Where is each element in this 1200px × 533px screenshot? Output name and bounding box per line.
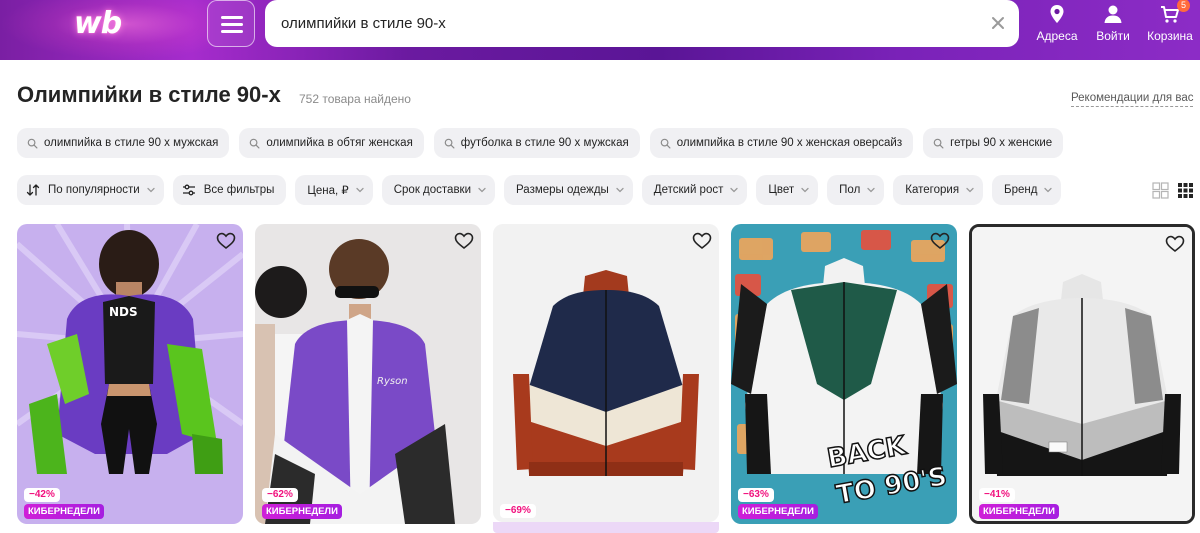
search-box <box>265 0 1019 47</box>
suggestion-chip[interactable]: олимпийка в обтяг женская <box>239 128 424 158</box>
suggestion-chip[interactable]: гетры 90 х женские <box>923 128 1064 158</box>
filter-label: Цена, ₽ <box>307 185 349 197</box>
promo-badge: КИБЕРНЕДЕЛИ <box>738 504 818 519</box>
address-button[interactable]: Адреса <box>1034 0 1080 46</box>
suggestion-label: гетры 90 х женские <box>950 137 1053 149</box>
suggestion-chip[interactable]: футболка в стиле 90 х мужская <box>433 128 640 158</box>
filter-label: Срок доставки <box>393 184 472 196</box>
product-image: BACK TO 90'S <box>731 224 957 524</box>
cart-label: Корзина <box>1147 29 1193 43</box>
chevron-down-icon <box>1044 187 1053 193</box>
product-image: NDS <box>17 224 243 524</box>
header: wb Адреса Войти 5 Корзина <box>0 0 1200 60</box>
card-highlight-strip <box>493 522 719 533</box>
login-button[interactable]: Войти <box>1092 0 1134 46</box>
product-image <box>972 227 1192 521</box>
svg-text:NDS: NDS <box>109 305 138 319</box>
product-card[interactable]: Ryson −62% КИБЕРНЕДЕЛИ <box>255 224 481 524</box>
suggestion-label: олимпийка в стиле 90 х мужская <box>44 137 219 149</box>
chevron-down-icon <box>730 187 739 193</box>
heart-icon[interactable] <box>692 231 712 251</box>
discount-badge: −42% <box>24 488 60 502</box>
grid-large-icon[interactable] <box>1152 182 1169 199</box>
filter-sizes[interactable]: Размеры одежды <box>504 175 633 205</box>
chevron-down-icon <box>966 187 974 193</box>
filter-label: Пол <box>839 184 861 196</box>
search-icon <box>27 138 38 148</box>
heart-icon[interactable] <box>216 231 236 251</box>
suggestion-label: олимпийка в обтяг женская <box>266 137 413 149</box>
filter-label: Детский рост <box>653 184 724 196</box>
address-label: Адреса <box>1036 29 1078 43</box>
product-card[interactable]: −41% КИБЕРНЕДЕЛИ <box>969 224 1195 524</box>
filter-label: Категория <box>905 184 960 196</box>
filter-price[interactable]: Цена, ₽ <box>295 175 373 205</box>
chevron-down-icon <box>616 187 624 193</box>
all-filters-button[interactable]: Все фильтры <box>172 175 287 205</box>
suggestion-label: олимпийка в стиле 90 х женская оверсайз <box>676 137 903 149</box>
discount-badge: −62% <box>262 488 298 502</box>
discount-badge: −41% <box>979 488 1015 502</box>
menu-icon-bar <box>221 30 243 33</box>
discount-badge: −63% <box>738 488 774 502</box>
filter-delivery[interactable]: Срок доставки <box>381 175 496 205</box>
search-input[interactable] <box>281 0 971 47</box>
all-filters-label: Все фильтры <box>203 184 275 196</box>
filter-gender[interactable]: Пол <box>827 175 885 205</box>
filter-brand[interactable]: Бренд <box>992 175 1062 205</box>
cart-button[interactable]: 5 Корзина <box>1144 0 1196 46</box>
discount-badge: −69% <box>500 504 536 518</box>
heart-icon[interactable] <box>454 231 474 251</box>
login-label: Войти <box>1096 29 1130 43</box>
promo-badge: КИБЕРНЕДЕЛИ <box>262 504 342 519</box>
filter-bar: По популярности Все фильтры Цена, ₽ Срок… <box>17 175 1062 205</box>
search-icon <box>250 138 260 148</box>
search-icon <box>933 138 944 148</box>
clear-icon[interactable] <box>989 14 1007 32</box>
heart-icon[interactable] <box>1165 234 1185 254</box>
grid-small-icon[interactable] <box>1177 182 1194 199</box>
heart-icon[interactable] <box>930 231 950 251</box>
results-count: 752 товара найдено <box>299 92 411 106</box>
cart-count-badge: 5 <box>1177 0 1190 12</box>
user-icon <box>1104 5 1122 23</box>
search-icon <box>660 138 671 148</box>
filter-label: Бренд <box>1004 184 1038 196</box>
search-icon <box>444 138 455 148</box>
recommendations-link[interactable]: Рекомендации для вас <box>1071 92 1194 107</box>
chevron-down-icon <box>147 187 155 193</box>
search-suggestions: олимпийка в стиле 90 х мужская олимпийка… <box>17 128 1064 158</box>
filter-category[interactable]: Категория <box>893 175 984 205</box>
product-image: Ryson <box>255 224 481 524</box>
suggestion-label: футболка в стиле 90 х мужская <box>460 137 629 149</box>
product-card[interactable]: NDS −42% КИБЕРНЕДЕЛИ <box>17 224 243 524</box>
filter-icon <box>182 184 195 196</box>
page-title: Олимпийки в стиле 90-х <box>17 82 281 107</box>
suggestion-chip[interactable]: олимпийка в стиле 90 х женская оверсайз <box>649 128 914 158</box>
chevron-down-icon <box>478 187 486 193</box>
menu-icon-bar <box>221 23 243 26</box>
filter-kids-height[interactable]: Детский рост <box>641 175 748 205</box>
chevron-down-icon <box>867 187 875 193</box>
wb-logo[interactable]: wb <box>74 6 122 41</box>
menu-icon <box>221 16 243 19</box>
menu-button[interactable] <box>207 0 255 47</box>
sort-label: По популярности <box>48 184 140 196</box>
filter-color[interactable]: Цвет <box>756 175 819 205</box>
product-card[interactable]: −69% <box>493 224 719 522</box>
filter-label: Цвет <box>768 184 795 196</box>
chevron-down-icon <box>356 187 364 193</box>
product-image <box>493 224 719 522</box>
sort-dropdown[interactable]: По популярности <box>17 175 164 205</box>
promo-badge: КИБЕРНЕДЕЛИ <box>979 504 1059 519</box>
filter-label: Размеры одежды <box>516 184 609 196</box>
promo-badge: КИБЕРНЕДЕЛИ <box>24 504 104 519</box>
suggestion-chip[interactable]: олимпийка в стиле 90 х мужская <box>17 128 230 158</box>
svg-text:Ryson: Ryson <box>377 376 408 387</box>
chevron-down-icon <box>801 187 809 193</box>
sort-icon <box>26 184 40 196</box>
product-card[interactable]: BACK TO 90'S −63% КИБЕРНЕДЕЛИ <box>731 224 957 524</box>
location-icon <box>1050 5 1064 23</box>
